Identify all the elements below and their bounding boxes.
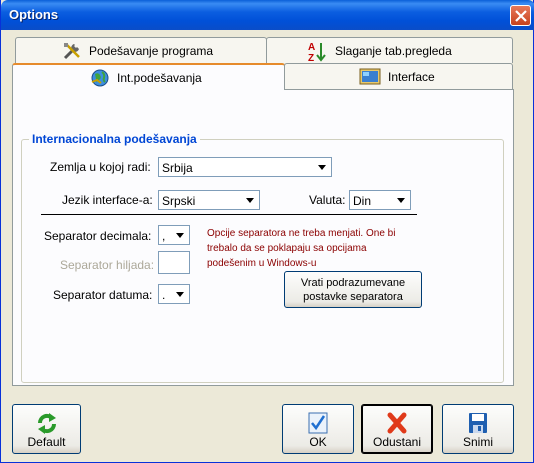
floppy-disk-icon: [467, 411, 489, 435]
default-button[interactable]: Default: [12, 404, 81, 454]
svg-text:Z: Z: [308, 53, 314, 63]
tools-icon: [62, 41, 82, 61]
title-bar: Options: [1, 0, 534, 30]
decimal-separator-label: Separator decimala:: [44, 229, 152, 243]
tab-sort-view-label: Slaganje tab.pregleda: [335, 44, 452, 58]
thousands-separator-label: Separator hiljada:: [60, 258, 155, 272]
tab-sort-view[interactable]: A Z Slaganje tab.pregleda: [266, 37, 513, 64]
tab-international-settings-label: Int.podešavanja: [117, 71, 202, 85]
decimal-separator-select[interactable]: ,: [158, 225, 190, 245]
chevron-down-icon[interactable]: [314, 159, 330, 175]
save-button[interactable]: Snimi: [442, 404, 514, 454]
ok-button[interactable]: OK: [282, 404, 354, 454]
close-button[interactable]: [510, 5, 531, 26]
save-button-label: Snimi: [462, 435, 493, 449]
currency-select[interactable]: Din: [349, 190, 411, 210]
language-value: Srpski: [162, 194, 196, 208]
refresh-icon: [36, 411, 58, 435]
checkmark-icon: [307, 411, 329, 435]
monitor-icon: [359, 67, 381, 87]
ok-button-label: OK: [309, 435, 327, 449]
window-title: Options: [9, 7, 59, 22]
tab-interface-label: Interface: [388, 70, 435, 84]
group-title: Internacionalna podešavanja: [29, 132, 200, 146]
revert-separators-button[interactable]: Vrati podrazumevane postavke separatora: [284, 271, 422, 308]
separator-line: [41, 214, 417, 216]
chevron-down-icon[interactable]: [172, 286, 188, 302]
currency-value: Din: [353, 194, 372, 208]
currency-label: Valuta:: [309, 193, 346, 207]
language-select[interactable]: Srpski: [158, 190, 260, 210]
country-value: Srbija: [162, 161, 193, 175]
chevron-down-icon[interactable]: [242, 192, 258, 208]
chevron-down-icon[interactable]: [393, 192, 409, 208]
tab-program-settings-label: Podešavanje programa: [89, 44, 214, 58]
separator-note: Opcije separatora ne treba menjati. One …: [207, 228, 396, 269]
cancel-button[interactable]: Odustani: [361, 404, 433, 454]
cancel-button-label: Odustani: [372, 435, 422, 449]
cancel-x-icon: [386, 411, 408, 435]
options-window: Options Podešavanje programa A Z Slaganj…: [0, 0, 534, 463]
decimal-separator-value: ,: [162, 229, 166, 243]
default-button-label: Default: [27, 435, 66, 449]
chevron-down-icon[interactable]: [172, 227, 188, 243]
tab-program-settings[interactable]: Podešavanje programa: [15, 37, 267, 63]
close-icon: [515, 10, 527, 22]
globe-icon: [90, 68, 110, 88]
country-select[interactable]: Srbija: [158, 157, 332, 177]
language-label: Jezik interface-a:: [62, 193, 153, 207]
svg-text:A: A: [308, 42, 315, 53]
country-label: Zemlja u kojoj radi:: [50, 160, 151, 174]
date-separator-label: Separator datuma:: [53, 288, 153, 302]
tab-interface[interactable]: Interface: [284, 63, 513, 89]
date-separator-value: .: [162, 288, 166, 302]
sort-az-icon: A Z: [307, 41, 327, 64]
date-separator-select[interactable]: .: [158, 284, 190, 304]
revert-separators-label: Vrati podrazumevane postavke separatora: [300, 277, 406, 303]
thousands-separator-input: [158, 251, 190, 274]
tab-international-settings[interactable]: Int.podešavanja: [12, 63, 285, 90]
